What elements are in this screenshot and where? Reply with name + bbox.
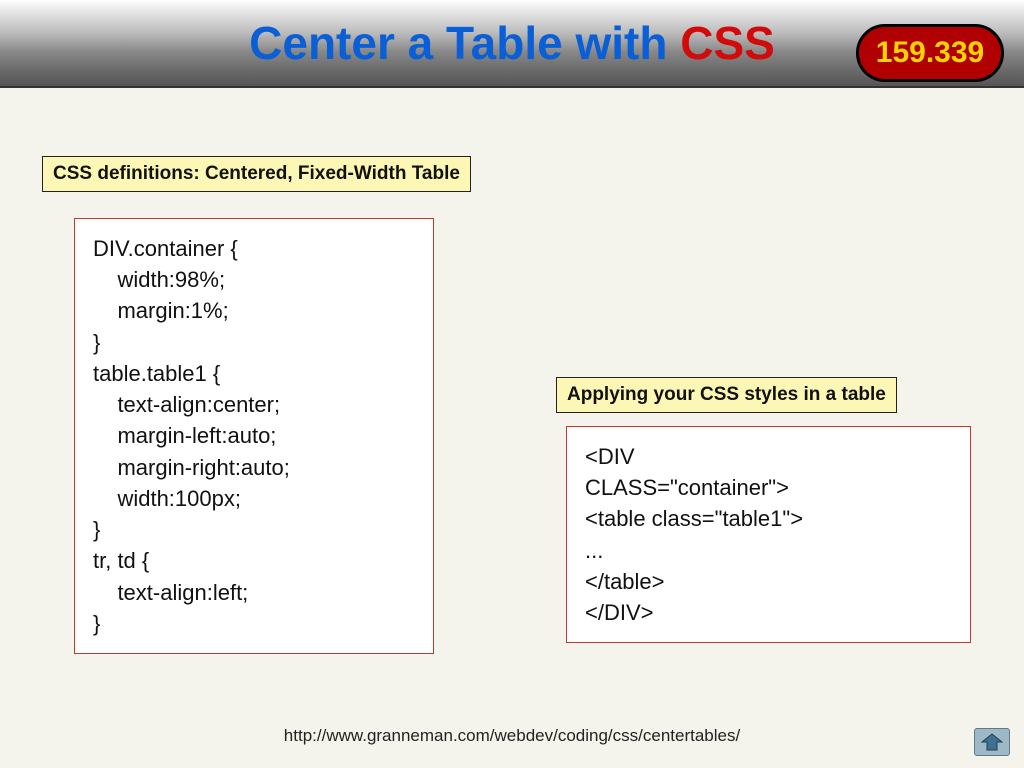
page-title: Center a Table with CSS	[249, 16, 775, 70]
slide-content: CSS definitions: Centered, Fixed-Width T…	[0, 88, 1024, 768]
badge-text: 159.339	[876, 36, 984, 70]
title-main: Center a Table with	[249, 17, 680, 69]
home-up-icon	[980, 733, 1004, 751]
title-accent: CSS	[680, 17, 775, 69]
label-text: CSS definitions: Centered, Fixed-Width T…	[53, 163, 460, 184]
title-bar: Center a Table with CSS 159.339	[0, 0, 1024, 88]
source-url: http://www.granneman.com/webdev/coding/c…	[0, 726, 1024, 746]
css-code-block: DIV.container { width:98%; margin:1%; } …	[74, 218, 434, 654]
apply-css-label: Applying your CSS styles in a table	[556, 377, 897, 413]
home-nav-button[interactable]	[974, 728, 1010, 756]
css-definitions-label: CSS definitions: Centered, Fixed-Width T…	[42, 156, 471, 192]
html-code-block: <DIV CLASS="container"> <table class="ta…	[566, 426, 971, 643]
course-number-badge: 159.339	[856, 24, 1004, 82]
label-text: Applying your CSS styles in a table	[567, 384, 886, 405]
